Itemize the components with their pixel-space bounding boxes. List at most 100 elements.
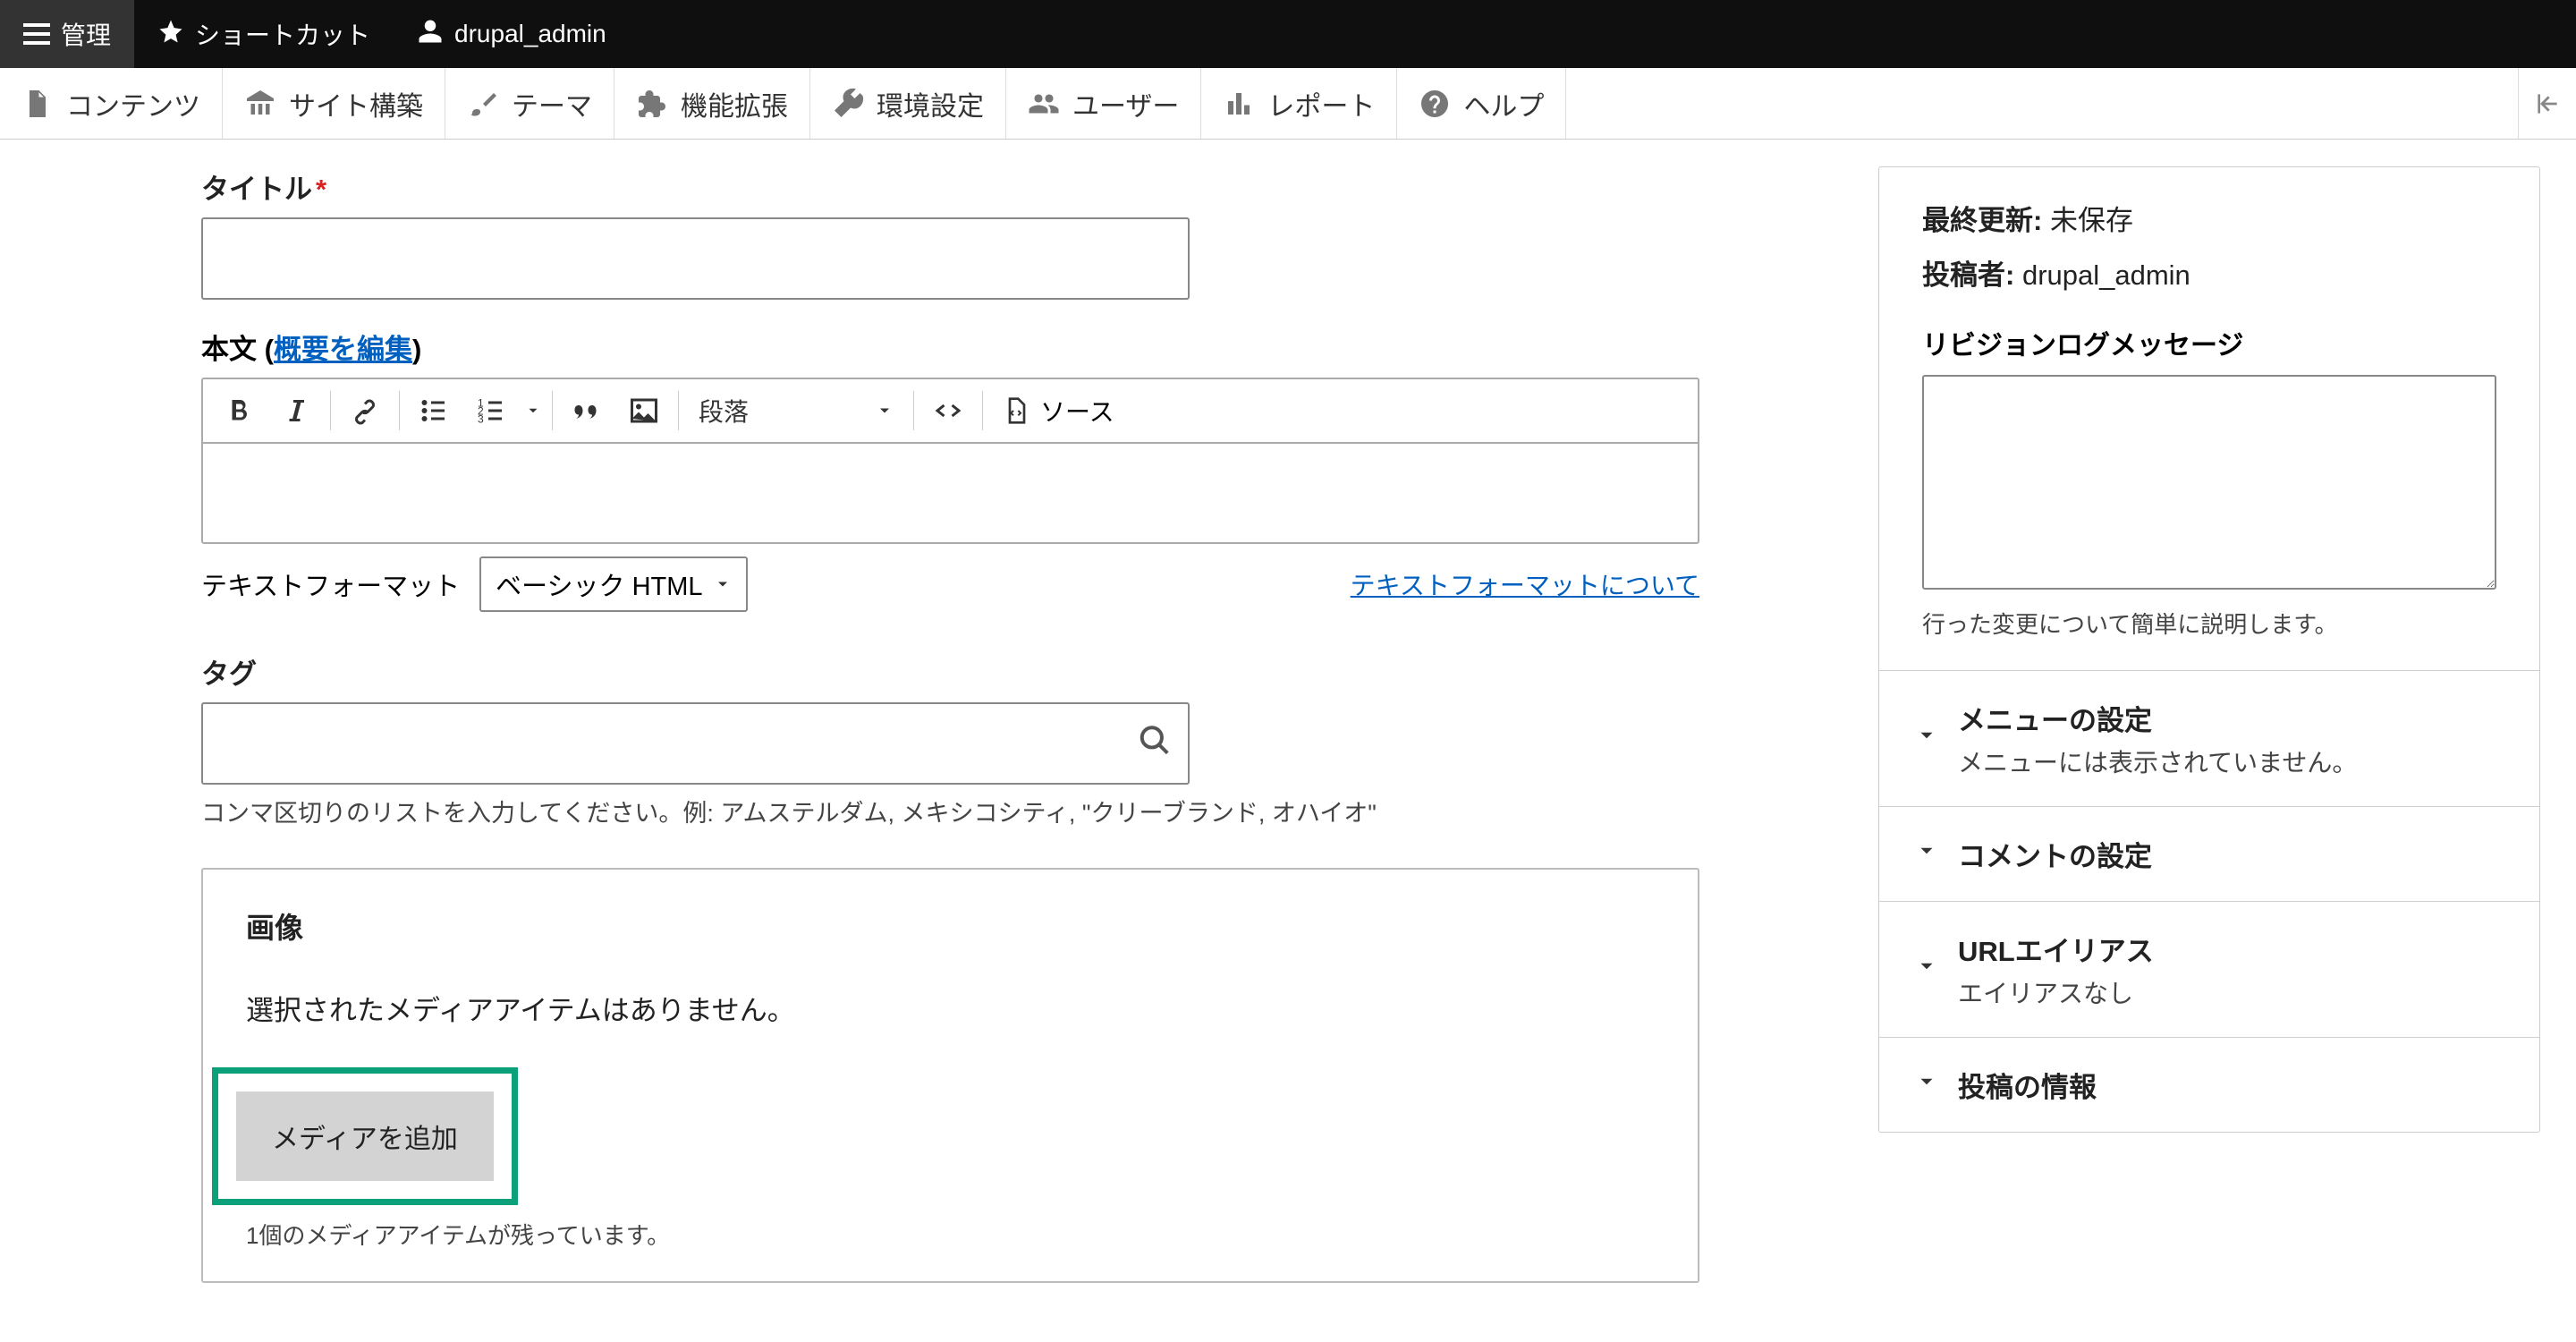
source-icon <box>1003 396 1031 425</box>
collapse-icon <box>2533 89 2562 118</box>
bold-button[interactable] <box>210 386 267 436</box>
tags-help: コンマ区切りのリストを入力してください。例: アムステルダム, メキシコシティ,… <box>201 794 1852 828</box>
toolbar-separator <box>678 391 679 430</box>
heading-select[interactable]: 段落 <box>684 386 908 436</box>
revlog-help: 行った変更について簡単に説明します。 <box>1922 607 2496 640</box>
menu-help-label: ヘルプ <box>1463 84 1544 123</box>
user-icon <box>417 18 444 51</box>
toolbar-separator <box>552 391 553 430</box>
bullet-list-icon <box>418 395 450 427</box>
code-icon <box>932 395 964 427</box>
puzzle-icon <box>636 88 668 120</box>
menu-content-label: コンテンツ <box>66 84 200 123</box>
toolbar-separator <box>399 391 400 430</box>
chevron-down-icon <box>1915 1070 1938 1100</box>
menu-reports[interactable]: レポート <box>1201 68 1397 139</box>
user-menu[interactable]: drupal_admin <box>394 0 630 68</box>
menu-extend[interactable]: 機能拡張 <box>614 68 810 139</box>
title-input[interactable] <box>201 217 1190 300</box>
add-media-highlight: メディアを追加 <box>212 1067 518 1205</box>
image-fieldset: 画像 選択されたメディアアイテムはありません。 メディアを追加 1個のメディアア… <box>201 868 1699 1283</box>
menu-people[interactable]: ユーザー <box>1006 68 1201 139</box>
authoring-toggle[interactable]: 投稿の情報 <box>1879 1038 2539 1132</box>
image-legend: 画像 <box>246 905 1655 947</box>
chevron-down-icon <box>525 403 541 419</box>
bar-chart-icon <box>1223 88 1255 120</box>
menu-help[interactable]: ヘルプ <box>1397 68 1566 139</box>
user-label: drupal_admin <box>454 20 606 48</box>
media-remaining-text: 1個のメディアアイテムが残っています。 <box>246 1218 1655 1251</box>
chevron-down-icon <box>714 575 732 593</box>
url-alias-toggle[interactable]: URLエイリアス エイリアスなし <box>1879 902 2539 1038</box>
number-list-button[interactable]: 123 <box>462 386 520 436</box>
author-label: 投稿者: <box>1922 259 2014 291</box>
url-alias-title: URLエイリアス <box>1958 929 2154 969</box>
list-dropdown[interactable] <box>520 386 547 436</box>
author-value: drupal_admin <box>2022 259 2190 291</box>
comment-settings-toggle[interactable]: コメントの設定 <box>1879 807 2539 902</box>
body-label: 本文 (概要を編集) <box>201 327 1852 367</box>
revlog-textarea[interactable] <box>1922 375 2496 590</box>
number-list-icon: 123 <box>475 395 507 427</box>
help-icon <box>1419 88 1451 120</box>
text-format-help-link[interactable]: テキストフォーマットについて <box>1351 566 1699 602</box>
menu-settings-title: メニューの設定 <box>1958 698 2357 738</box>
comment-settings-title: コメントの設定 <box>1958 834 2152 874</box>
toolbar-separator <box>913 391 914 430</box>
edit-summary-link[interactable]: 概要を編集 <box>274 334 412 365</box>
code-button[interactable] <box>919 386 977 436</box>
last-saved-value: 未保存 <box>2050 205 2133 236</box>
toolbar-separator <box>330 391 331 430</box>
url-alias-sub: エイリアスなし <box>1958 974 2154 1010</box>
menu-config[interactable]: 環境設定 <box>810 68 1006 139</box>
chevron-down-icon <box>1915 724 1938 753</box>
tags-label: タグ <box>201 651 1852 692</box>
bold-icon <box>223 395 255 427</box>
image-button[interactable] <box>615 386 673 436</box>
bullet-list-button[interactable] <box>405 386 462 436</box>
menu-settings-toggle[interactable]: メニューの設定 メニューには表示されていません。 <box>1879 671 2539 807</box>
sidebar: 最終更新: 未保存 投稿者: drupal_admin リビジョンログメッセージ… <box>1878 166 2540 1133</box>
shortcuts-link[interactable]: ショートカット <box>134 0 394 68</box>
blockquote-button[interactable] <box>558 386 615 436</box>
collapse-toolbar[interactable] <box>2518 68 2576 139</box>
menu-settings-sub: メニューには表示されていません。 <box>1958 743 2357 779</box>
shortcuts-label: ショートカット <box>195 16 370 52</box>
menu-content[interactable]: コンテンツ <box>0 68 223 139</box>
menu-extend-label: 機能拡張 <box>681 84 788 123</box>
menu-appearance[interactable]: テーマ <box>445 68 614 139</box>
svg-text:3: 3 <box>478 413 484 426</box>
link-button[interactable] <box>336 386 394 436</box>
body-editor: 123 段落 ソース <box>201 378 1699 544</box>
last-saved-label: 最終更新: <box>1922 205 2042 236</box>
menu-appearance-label: テーマ <box>512 84 592 123</box>
meta-section: 最終更新: 未保存 投稿者: drupal_admin リビジョンログメッセージ… <box>1879 167 2539 671</box>
menu-structure[interactable]: サイト構築 <box>223 68 445 139</box>
chevron-down-icon <box>1915 955 1938 984</box>
add-media-button[interactable]: メディアを追加 <box>236 1091 494 1181</box>
text-format-value: ベーシック HTML <box>496 565 702 603</box>
revlog-label: リビジョンログメッセージ <box>1922 323 2496 362</box>
hamburger-icon <box>23 23 50 45</box>
editor-toolbar: 123 段落 ソース <box>203 379 1698 444</box>
search-icon <box>1138 724 1172 764</box>
toolbar-separator <box>982 391 983 430</box>
tags-input[interactable] <box>201 702 1190 785</box>
manage-toggle[interactable]: 管理 <box>0 0 134 68</box>
menu-config-label: 環境設定 <box>877 84 984 123</box>
manage-label: 管理 <box>61 16 111 52</box>
brush-icon <box>467 88 499 120</box>
text-format-select[interactable]: ベーシック HTML <box>479 556 747 612</box>
italic-button[interactable] <box>267 386 325 436</box>
structure-icon <box>244 88 276 120</box>
editor-content[interactable] <box>203 444 1698 542</box>
italic-icon <box>280 395 312 427</box>
source-button[interactable]: ソース <box>988 386 1129 436</box>
text-format-label: テキストフォーマット <box>201 565 460 603</box>
star-icon <box>157 18 184 51</box>
menu-people-label: ユーザー <box>1072 84 1179 123</box>
chevron-down-icon <box>876 402 894 420</box>
title-label: タイトル* <box>201 166 1852 207</box>
menu-structure-label: サイト構築 <box>289 84 423 123</box>
quote-icon <box>571 395 603 427</box>
